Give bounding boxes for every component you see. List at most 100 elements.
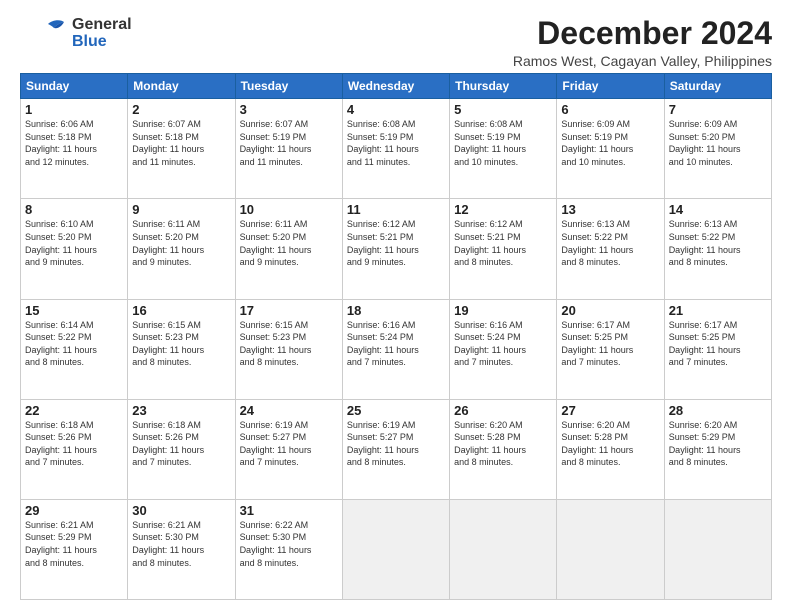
cell-info: Sunrise: 6:15 AMSunset: 5:23 PMDaylight:…	[240, 319, 338, 369]
day-number: 4	[347, 102, 445, 117]
calendar-cell: 31Sunrise: 6:22 AMSunset: 5:30 PMDayligh…	[235, 499, 342, 599]
col-header-monday: Monday	[128, 74, 235, 99]
calendar-week-1: 1Sunrise: 6:06 AMSunset: 5:18 PMDaylight…	[21, 99, 772, 199]
calendar-cell: 3Sunrise: 6:07 AMSunset: 5:19 PMDaylight…	[235, 99, 342, 199]
day-number: 8	[25, 202, 123, 217]
calendar-cell: 26Sunrise: 6:20 AMSunset: 5:28 PMDayligh…	[450, 399, 557, 499]
calendar-cell: 19Sunrise: 6:16 AMSunset: 5:24 PMDayligh…	[450, 299, 557, 399]
col-header-wednesday: Wednesday	[342, 74, 449, 99]
day-number: 24	[240, 403, 338, 418]
calendar-cell: 28Sunrise: 6:20 AMSunset: 5:29 PMDayligh…	[664, 399, 771, 499]
calendar-week-2: 8Sunrise: 6:10 AMSunset: 5:20 PMDaylight…	[21, 199, 772, 299]
calendar-header-row: SundayMondayTuesdayWednesdayThursdayFrid…	[21, 74, 772, 99]
cell-info: Sunrise: 6:22 AMSunset: 5:30 PMDaylight:…	[240, 519, 338, 569]
cell-info: Sunrise: 6:13 AMSunset: 5:22 PMDaylight:…	[669, 218, 767, 268]
day-number: 3	[240, 102, 338, 117]
calendar-cell: 25Sunrise: 6:19 AMSunset: 5:27 PMDayligh…	[342, 399, 449, 499]
calendar-cell: 20Sunrise: 6:17 AMSunset: 5:25 PMDayligh…	[557, 299, 664, 399]
day-number: 1	[25, 102, 123, 117]
day-number: 5	[454, 102, 552, 117]
cell-info: Sunrise: 6:10 AMSunset: 5:20 PMDaylight:…	[25, 218, 123, 268]
cell-info: Sunrise: 6:08 AMSunset: 5:19 PMDaylight:…	[347, 118, 445, 168]
calendar-cell: 5Sunrise: 6:08 AMSunset: 5:19 PMDaylight…	[450, 99, 557, 199]
calendar-cell: 16Sunrise: 6:15 AMSunset: 5:23 PMDayligh…	[128, 299, 235, 399]
cell-info: Sunrise: 6:21 AMSunset: 5:29 PMDaylight:…	[25, 519, 123, 569]
calendar-cell: 29Sunrise: 6:21 AMSunset: 5:29 PMDayligh…	[21, 499, 128, 599]
calendar-cell: 8Sunrise: 6:10 AMSunset: 5:20 PMDaylight…	[21, 199, 128, 299]
calendar-table: SundayMondayTuesdayWednesdayThursdayFrid…	[20, 73, 772, 600]
day-number: 22	[25, 403, 123, 418]
day-number: 15	[25, 303, 123, 318]
calendar-cell	[450, 499, 557, 599]
day-number: 30	[132, 503, 230, 518]
calendar-cell: 6Sunrise: 6:09 AMSunset: 5:19 PMDaylight…	[557, 99, 664, 199]
calendar-cell: 15Sunrise: 6:14 AMSunset: 5:22 PMDayligh…	[21, 299, 128, 399]
day-number: 26	[454, 403, 552, 418]
calendar-cell: 17Sunrise: 6:15 AMSunset: 5:23 PMDayligh…	[235, 299, 342, 399]
day-number: 7	[669, 102, 767, 117]
day-number: 29	[25, 503, 123, 518]
calendar-cell: 18Sunrise: 6:16 AMSunset: 5:24 PMDayligh…	[342, 299, 449, 399]
cell-info: Sunrise: 6:07 AMSunset: 5:19 PMDaylight:…	[240, 118, 338, 168]
day-number: 14	[669, 202, 767, 217]
col-header-sunday: Sunday	[21, 74, 128, 99]
calendar-cell: 21Sunrise: 6:17 AMSunset: 5:25 PMDayligh…	[664, 299, 771, 399]
day-number: 10	[240, 202, 338, 217]
cell-info: Sunrise: 6:07 AMSunset: 5:18 PMDaylight:…	[132, 118, 230, 168]
day-number: 2	[132, 102, 230, 117]
day-number: 9	[132, 202, 230, 217]
cell-info: Sunrise: 6:21 AMSunset: 5:30 PMDaylight:…	[132, 519, 230, 569]
logo-text: General Blue	[72, 17, 132, 51]
calendar-week-5: 29Sunrise: 6:21 AMSunset: 5:29 PMDayligh…	[21, 499, 772, 599]
cell-info: Sunrise: 6:09 AMSunset: 5:19 PMDaylight:…	[561, 118, 659, 168]
calendar-cell: 7Sunrise: 6:09 AMSunset: 5:20 PMDaylight…	[664, 99, 771, 199]
cell-info: Sunrise: 6:19 AMSunset: 5:27 PMDaylight:…	[240, 419, 338, 469]
col-header-thursday: Thursday	[450, 74, 557, 99]
day-number: 31	[240, 503, 338, 518]
title-block: December 2024 Ramos West, Cagayan Valley…	[513, 16, 772, 69]
day-number: 16	[132, 303, 230, 318]
logo-general-text: General	[72, 17, 132, 34]
cell-info: Sunrise: 6:16 AMSunset: 5:24 PMDaylight:…	[454, 319, 552, 369]
calendar-cell: 13Sunrise: 6:13 AMSunset: 5:22 PMDayligh…	[557, 199, 664, 299]
calendar-cell: 1Sunrise: 6:06 AMSunset: 5:18 PMDaylight…	[21, 99, 128, 199]
cell-info: Sunrise: 6:12 AMSunset: 5:21 PMDaylight:…	[454, 218, 552, 268]
col-header-friday: Friday	[557, 74, 664, 99]
day-number: 17	[240, 303, 338, 318]
cell-info: Sunrise: 6:13 AMSunset: 5:22 PMDaylight:…	[561, 218, 659, 268]
calendar-cell: 4Sunrise: 6:08 AMSunset: 5:19 PMDaylight…	[342, 99, 449, 199]
cell-info: Sunrise: 6:17 AMSunset: 5:25 PMDaylight:…	[561, 319, 659, 369]
calendar-cell: 27Sunrise: 6:20 AMSunset: 5:28 PMDayligh…	[557, 399, 664, 499]
cell-info: Sunrise: 6:14 AMSunset: 5:22 PMDaylight:…	[25, 319, 123, 369]
location: Ramos West, Cagayan Valley, Philippines	[513, 53, 772, 69]
calendar-cell: 10Sunrise: 6:11 AMSunset: 5:20 PMDayligh…	[235, 199, 342, 299]
calendar-cell: 22Sunrise: 6:18 AMSunset: 5:26 PMDayligh…	[21, 399, 128, 499]
day-number: 13	[561, 202, 659, 217]
day-number: 21	[669, 303, 767, 318]
calendar-week-4: 22 Sunrise: 6:18 AMSunset: 5:26 PMDayligh…	[21, 399, 772, 499]
calendar-cell: 14Sunrise: 6:13 AMSunset: 5:22 PMDayligh…	[664, 199, 771, 299]
cell-info: Sunrise: 6:19 AMSunset: 5:27 PMDaylight:…	[347, 419, 445, 469]
cell-info: Sunrise: 6:08 AMSunset: 5:19 PMDaylight:…	[454, 118, 552, 168]
calendar-cell: 9Sunrise: 6:11 AMSunset: 5:20 PMDaylight…	[128, 199, 235, 299]
cell-info: Sunrise: 6:20 AMSunset: 5:28 PMDaylight:…	[454, 419, 552, 469]
cell-info: Sunrise: 6:12 AMSunset: 5:21 PMDaylight:…	[347, 218, 445, 268]
day-number: 28	[669, 403, 767, 418]
calendar-cell	[342, 499, 449, 599]
cell-info: Sunrise: 6:11 AMSunset: 5:20 PMDaylight:…	[132, 218, 230, 268]
day-number: 12	[454, 202, 552, 217]
day-number: 11	[347, 202, 445, 217]
col-header-saturday: Saturday	[664, 74, 771, 99]
logo-blue-text: Blue	[72, 34, 132, 51]
calendar-week-3: 15Sunrise: 6:14 AMSunset: 5:22 PMDayligh…	[21, 299, 772, 399]
cell-info: Sunrise: 6:18 AMSunset: 5:26 PMDaylight:…	[132, 419, 230, 469]
logo-icon	[20, 16, 68, 52]
calendar-cell: 2Sunrise: 6:07 AMSunset: 5:18 PMDaylight…	[128, 99, 235, 199]
cell-info: Sunrise: 6:20 AMSunset: 5:28 PMDaylight:…	[561, 419, 659, 469]
calendar-cell: 12Sunrise: 6:12 AMSunset: 5:21 PMDayligh…	[450, 199, 557, 299]
day-number: 25	[347, 403, 445, 418]
calendar-cell: 30Sunrise: 6:21 AMSunset: 5:30 PMDayligh…	[128, 499, 235, 599]
calendar-cell	[664, 499, 771, 599]
calendar-cell: 24Sunrise: 6:19 AMSunset: 5:27 PMDayligh…	[235, 399, 342, 499]
header: General Blue December 2024 Ramos West, C…	[20, 16, 772, 69]
